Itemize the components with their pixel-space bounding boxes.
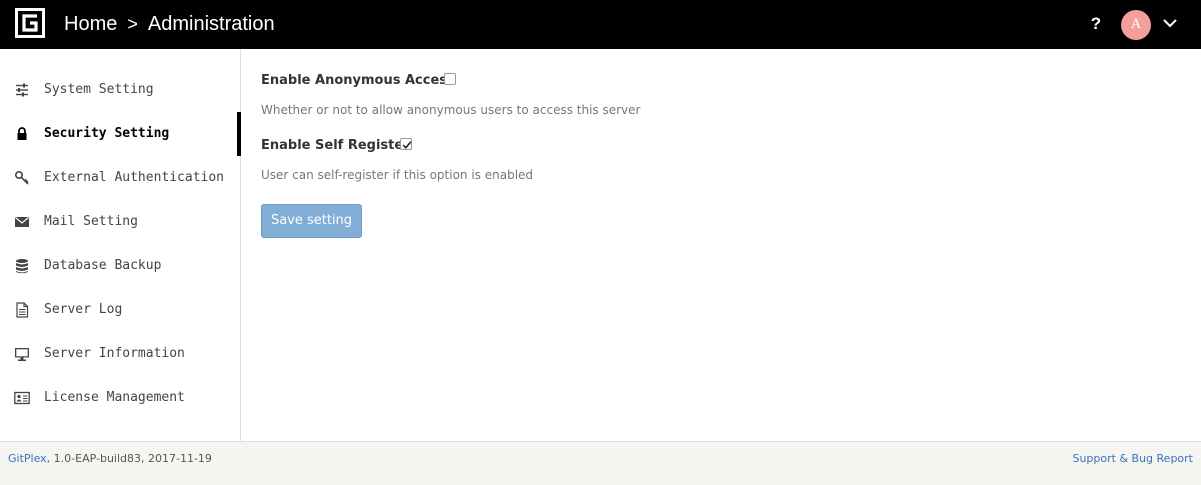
sidebar-item-label: Server Log [44, 302, 123, 317]
anonymous-access-checkbox[interactable] [444, 73, 456, 85]
version-text: , 1.0-EAP-build83, 2017-11-19 [46, 452, 212, 465]
breadcrumb-separator: > [127, 13, 138, 34]
sidebar-item-mail-setting[interactable]: Mail Setting [0, 200, 240, 244]
key-icon [14, 170, 29, 185]
breadcrumb-home[interactable]: Home [64, 13, 117, 36]
security-settings-panel: Enable Anonymous Access Whether or not t… [241, 49, 1201, 441]
sliders-icon [16, 83, 28, 97]
sidebar-item-label: Security Setting [44, 126, 170, 141]
sidebar-item-label: System Setting [44, 82, 154, 97]
sidebar-item-system-setting[interactable]: System Setting [0, 68, 240, 112]
support-bug-report-link[interactable]: Support & Bug Report [1072, 452, 1193, 465]
sidebar-item-security-setting[interactable]: Security Setting [0, 112, 241, 156]
id-card-icon [14, 391, 30, 405]
breadcrumb-administration: Administration [147, 12, 275, 35]
sidebar-item-database-backup[interactable]: Database Backup [0, 244, 240, 288]
self-register-checkbox[interactable] [400, 138, 412, 150]
help-button[interactable]: ? [1087, 13, 1105, 35]
admin-sidebar: System Setting Security Setting External… [0, 49, 241, 441]
file-icon [16, 302, 29, 318]
chevron-down-icon[interactable] [1162, 15, 1178, 31]
gitplex-logo-icon[interactable] [15, 8, 45, 38]
sidebar-item-label: Database Backup [44, 258, 162, 273]
footer: GitPlex, 1.0-EAP-build83, 2017-11-19 Sup… [0, 441, 1201, 485]
sidebar-item-label: Mail Setting [44, 214, 138, 229]
avatar[interactable]: A [1121, 10, 1151, 40]
anonymous-access-help: Whether or not to allow anonymous users … [261, 103, 641, 117]
sidebar-item-label: External Authentication [44, 170, 225, 185]
sidebar-item-external-authentication[interactable]: External Authentication [0, 156, 240, 200]
sidebar-item-label: Server Information [44, 346, 185, 361]
self-register-label: Enable Self Register [261, 138, 410, 153]
top-bar: Home > Administration ? A [0, 0, 1201, 49]
self-register-help: User can self-register if this option is… [261, 168, 534, 182]
sidebar-item-server-log[interactable]: Server Log [0, 288, 240, 332]
anonymous-access-label: Enable Anonymous Access [261, 73, 455, 88]
breadcrumb: Home > Administration [64, 11, 275, 37]
checkmark-icon [402, 141, 412, 150]
monitor-icon [15, 348, 29, 361]
gitplex-link[interactable]: GitPlex [8, 452, 47, 465]
sidebar-item-server-information[interactable]: Server Information [0, 332, 240, 376]
sidebar-item-label: License Management [44, 390, 185, 405]
footer-version-info: GitPlex, 1.0-EAP-build83, 2017-11-19 [8, 452, 212, 465]
lock-icon [17, 127, 27, 140]
database-icon [16, 259, 28, 274]
sidebar-item-license-management[interactable]: License Management [0, 376, 240, 420]
envelope-icon [15, 217, 29, 227]
save-setting-button[interactable]: Save setting [261, 204, 362, 238]
